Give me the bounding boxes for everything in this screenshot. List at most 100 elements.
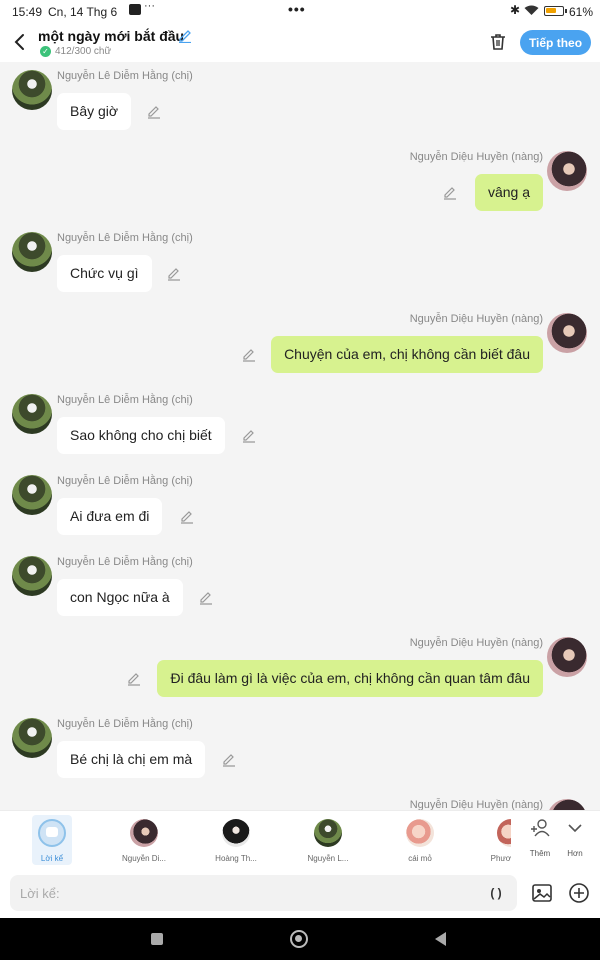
avatar[interactable]: [12, 718, 52, 758]
sender-name: Nguyễn Lê Diễm Hằng (chị): [57, 394, 193, 406]
message-bubble[interactable]: Chuyện của em, chị không cần biết đâu: [271, 336, 543, 373]
character-hoang[interactable]: Hoàng Th...: [199, 815, 273, 865]
center-dots: •••: [288, 1, 306, 17]
app-notification-icon: [129, 4, 141, 15]
clock: 15:49: [12, 5, 43, 19]
edit-message-icon[interactable]: [221, 751, 237, 767]
message-row: Nguyễn Diệu Huyền (nàng) Chuyện của em, …: [0, 305, 600, 386]
add-character-button[interactable]: Thêm: [523, 817, 557, 858]
avatar[interactable]: [547, 151, 587, 191]
system-back-button[interactable]: [435, 932, 446, 946]
word-count-text: 412/300 chữ: [55, 46, 112, 57]
plus-circle-icon[interactable]: [568, 882, 590, 904]
image-icon[interactable]: [531, 882, 553, 904]
message-row: Nguyễn Lê Diễm Hằng (chị) con Ngọc nữa à: [0, 548, 600, 629]
avatar[interactable]: [12, 556, 52, 596]
message-row: Nguyễn Lê Diễm Hằng (chị) Ai đưa em đi: [0, 467, 600, 548]
sender-name: Nguyễn Lê Diễm Hằng (chị): [57, 70, 193, 82]
avatar[interactable]: [547, 799, 587, 810]
avatar[interactable]: [12, 394, 52, 434]
trash-icon[interactable]: [488, 32, 508, 52]
character-label: cái mỏ: [408, 854, 432, 863]
edit-message-icon[interactable]: [126, 670, 142, 686]
character-label: Phươ: [490, 854, 511, 863]
edit-message-icon[interactable]: [241, 427, 257, 443]
sender-name: Nguyễn Diệu Huyền (nàng): [409, 151, 543, 163]
character-nguyen-le[interactable]: Nguyễn L...: [291, 815, 365, 865]
chat-area[interactable]: Nguyễn Lê Diễm Hằng (chị) Bây giờ Nguyễn…: [0, 62, 600, 810]
parentheses-button[interactable]: ( ): [486, 883, 506, 903]
battery-percent: 61%: [569, 5, 594, 19]
character-label: Lời kể: [40, 854, 64, 863]
character-narration[interactable]: Lời kể: [32, 815, 72, 865]
sender-name: Nguyễn Lê Diễm Hằng (chị): [57, 718, 193, 730]
bluetooth-icon: ✱: [510, 3, 521, 17]
edit-message-icon[interactable]: [179, 508, 195, 524]
character-cai-mo[interactable]: cái mỏ: [383, 815, 457, 865]
sender-name: Nguyễn Lê Diễm Hằng (chị): [57, 556, 193, 568]
message-row: Nguyễn Lê Diễm Hằng (chị) Bây giờ: [0, 62, 600, 143]
more-notifications-dots: ···: [144, 0, 155, 12]
avatar[interactable]: [547, 313, 587, 353]
date: Cn, 14 Thg 6: [48, 5, 118, 19]
back-button[interactable]: [10, 30, 30, 54]
message-bubble[interactable]: con Ngọc nữa à: [57, 579, 183, 616]
edit-message-icon[interactable]: [198, 589, 214, 605]
wifi-icon: [524, 5, 539, 15]
avatar[interactable]: [12, 232, 52, 272]
add-label: Thêm: [529, 849, 551, 858]
message-bubble[interactable]: vâng ạ: [474, 174, 543, 211]
message-bubble[interactable]: Sao không cho chị biết: [57, 417, 225, 454]
message-bubble[interactable]: Ai đưa em đi: [57, 498, 163, 535]
character-bar: Lời kể Nguyễn Di... Hoàng Th... Nguyễn L…: [0, 810, 600, 868]
message-row: Nguyễn Lê Diễm Hằng (chị) Bé chị là chị …: [0, 710, 600, 791]
sender-name: Nguyễn Diệu Huyền (nàng): [409, 313, 543, 325]
edit-message-icon[interactable]: [146, 103, 162, 119]
narration-icon: [38, 819, 66, 847]
status-bar: 15:49 Cn, 14 Thg 6 ··· ••• ✱ 61%: [0, 0, 600, 24]
sender-name: Nguyễn Diệu Huyền (nàng): [409, 637, 543, 649]
header: một ngày mới bắt đầu ✓ 412/300 chữ Tiếp …: [0, 24, 600, 62]
recent-apps-button[interactable]: [151, 933, 163, 945]
character-nguyen-dieu-huyen[interactable]: Nguyễn Di...: [107, 815, 181, 865]
message-row: Nguyễn Diệu Huyền (nàng) vâng ạ: [0, 143, 600, 224]
message-bubble[interactable]: Đi đâu làm gì là việc của em, chị không …: [157, 660, 543, 697]
chevron-down-icon: [568, 824, 582, 833]
sender-name: Nguyễn Lê Diễm Hằng (chị): [57, 232, 193, 244]
character-label: Nguyễn L...: [307, 854, 349, 863]
battery-icon: [544, 6, 567, 16]
message-row: Nguyễn Lê Diễm Hằng (chị) Chức vụ gì: [0, 224, 600, 305]
message-row: Nguyễn Diệu Huyền (nàng) Đi đâu làm gì l…: [0, 629, 600, 710]
story-title: một ngày mới bắt đầu: [38, 28, 185, 44]
avatar: [497, 819, 511, 847]
avatar[interactable]: [12, 70, 52, 110]
message-row: Nguyễn Lê Diễm Hằng (chị) Sao không cho …: [0, 386, 600, 467]
character-label: Nguyễn Di...: [121, 854, 167, 863]
narration-input[interactable]: [10, 875, 517, 911]
message-bubble[interactable]: Chức vụ gì: [57, 255, 152, 292]
character-phuong[interactable]: Phươ: [475, 815, 511, 865]
edit-message-icon[interactable]: [442, 184, 458, 200]
message-row: Nguyễn Diệu Huyền (nàng): [0, 791, 600, 810]
system-nav-bar: [0, 918, 600, 960]
input-bar: ( ): [0, 868, 600, 918]
home-button[interactable]: [290, 930, 308, 948]
edit-message-icon[interactable]: [166, 265, 182, 281]
message-bubble[interactable]: Bây giờ: [57, 93, 132, 130]
message-bubble[interactable]: Bé chị là chị em mà: [57, 741, 206, 778]
character-label: Hoàng Th...: [215, 854, 257, 863]
sender-name: Nguyễn Diệu Huyền (nàng): [409, 799, 543, 810]
add-person-icon: [531, 819, 550, 837]
next-button[interactable]: Tiếp theo: [520, 30, 591, 55]
avatar: [130, 819, 158, 847]
edit-title-icon[interactable]: [177, 27, 193, 43]
edit-message-icon[interactable]: [241, 346, 257, 362]
word-count: ✓ 412/300 chữ: [40, 46, 111, 57]
avatar[interactable]: [12, 475, 52, 515]
avatar: [406, 819, 434, 847]
sender-name: Nguyễn Lê Diễm Hằng (chị): [57, 475, 193, 487]
check-icon: ✓: [40, 46, 51, 57]
avatar: [222, 819, 250, 847]
avatar[interactable]: [547, 637, 587, 677]
more-button[interactable]: Hơn: [558, 817, 592, 858]
